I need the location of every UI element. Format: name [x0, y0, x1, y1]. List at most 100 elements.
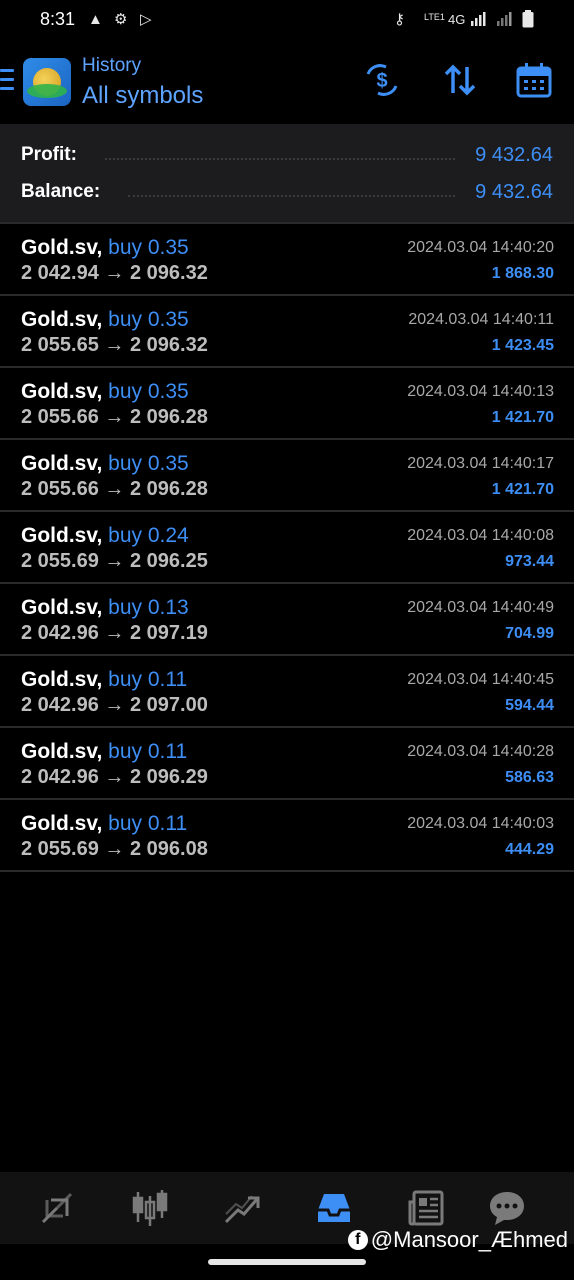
balance-row: Balance: 9 432.64 [21, 177, 553, 207]
battery-icon [522, 10, 534, 34]
history-icon[interactable] [311, 1186, 357, 1230]
open-price: 2 055.66 [21, 406, 99, 428]
close-price: 2 096.25 [129, 550, 208, 572]
deal-symbol: Gold.sv, buy 0.24 [21, 524, 189, 548]
deal-profit: 973.44 [505, 553, 554, 570]
deal-row[interactable]: Gold.sv, buy 0.24 2 055.69 → 2 096.25 2024… [0, 512, 574, 584]
deal-time: 2024.03.04 14:40:49 [407, 599, 554, 616]
deal-row[interactable]: Gold.sv, buy 0.35 2 055.66 → 2 096.28 2024… [0, 440, 574, 512]
open-price: 2 055.66 [21, 478, 99, 500]
network-type: 4G [448, 12, 466, 27]
page-title: History [82, 55, 142, 76]
close-price: 2 096.32 [129, 334, 208, 356]
symbol-name: Gold.sv, [21, 452, 103, 475]
menu-icon[interactable] [0, 69, 14, 91]
symbol-name: Gold.sv, [21, 308, 103, 331]
deal-profit: 1 421.70 [491, 481, 554, 498]
close-price: 2 097.00 [129, 694, 208, 716]
deal-symbol: Gold.sv, buy 0.35 [21, 236, 189, 260]
deal-time: 2024.03.04 14:40:28 [407, 743, 554, 760]
home-indicator[interactable] [208, 1259, 366, 1265]
svg-text:$: $ [376, 70, 387, 92]
deal-profit: 1 421.70 [491, 409, 554, 426]
dotted-leader [128, 195, 456, 197]
deal-time: 2024.03.04 14:40:17 [407, 455, 554, 472]
deal-row[interactable]: Gold.sv, buy 0.35 2 055.65 → 2 096.32 2024… [0, 296, 574, 368]
symbol-name: Gold.sv, [21, 524, 103, 547]
key-icon: ⚷ [394, 11, 405, 28]
open-price: 2 055.69 [21, 838, 99, 860]
deal-row[interactable]: Gold.sv, buy 0.35 2 055.66 → 2 096.28 2024… [0, 368, 574, 440]
deal-symbol: Gold.sv, buy 0.11 [21, 812, 187, 836]
deal-side: buy 0.11 [108, 812, 188, 835]
arrow-right-icon: → [104, 838, 125, 860]
deal-symbol: Gold.sv, buy 0.35 [21, 308, 189, 332]
symbol-name: Gold.sv, [21, 380, 103, 403]
symbol-name: Gold.sv, [21, 740, 103, 763]
profit-row: Profit: 9 432.64 [21, 140, 553, 170]
open-price: 2 042.96 [21, 694, 99, 716]
deal-prices: 2 055.69 → 2 096.08 [21, 838, 208, 861]
deal-row[interactable]: Gold.sv, buy 0.11 2 042.96 → 2 097.00 2024… [0, 656, 574, 728]
quotes-icon[interactable] [34, 1186, 80, 1230]
watermark: f @Mansoor_Æhmed [347, 1227, 568, 1253]
deal-row[interactable]: Gold.sv, buy 0.13 2 042.96 → 2 097.19 2024… [0, 584, 574, 656]
deal-symbol: Gold.sv, buy 0.11 [21, 668, 187, 692]
close-price: 2 097.19 [129, 622, 208, 644]
chart-icon[interactable] [127, 1186, 173, 1230]
deal-row[interactable]: Gold.sv, buy 0.35 2 042.94 → 2 096.32 2024… [0, 224, 574, 296]
deal-time: 2024.03.04 14:40:13 [407, 383, 554, 400]
signal-icon [470, 10, 486, 32]
deal-side: buy 0.35 [108, 380, 189, 403]
deal-prices: 2 042.96 → 2 097.00 [21, 694, 208, 717]
play-store-icon: ▷ [140, 11, 152, 28]
deal-side: buy 0.35 [108, 452, 189, 475]
symbol-name: Gold.sv, [21, 596, 103, 619]
deal-side: buy 0.24 [108, 524, 189, 547]
deal-profit: 586.63 [505, 769, 554, 786]
deal-symbol: Gold.sv, buy 0.11 [21, 740, 187, 764]
deal-side: buy 0.11 [108, 740, 188, 763]
deal-prices: 2 042.94 → 2 096.32 [21, 262, 208, 285]
deal-profit: 594.44 [505, 697, 554, 714]
arrow-right-icon: → [104, 478, 125, 500]
deal-side: buy 0.35 [108, 308, 189, 331]
deal-side: buy 0.35 [108, 236, 189, 259]
symbol-filter[interactable]: All symbols [82, 82, 203, 110]
status-time: 8:31 [40, 9, 76, 29]
messages-icon[interactable] [484, 1186, 530, 1230]
watermark-text: @Mansoor_Æhmed [370, 1227, 568, 1252]
settings-icon: ⚙ [114, 11, 128, 28]
deal-prices: 2 042.96 → 2 096.29 [21, 766, 208, 789]
deal-prices: 2 042.96 → 2 097.19 [21, 622, 208, 645]
trade-icon[interactable] [219, 1186, 265, 1230]
close-price: 2 096.32 [129, 262, 208, 284]
arrow-right-icon: → [104, 262, 125, 284]
deal-row[interactable]: Gold.sv, buy 0.11 2 055.69 → 2 096.08 2024… [0, 800, 574, 872]
deal-side: buy 0.11 [108, 668, 188, 691]
deals-list: Gold.sv, buy 0.35 2 042.94 → 2 096.32 2024… [0, 224, 574, 872]
symbol-name: Gold.sv, [21, 668, 103, 691]
deal-prices: 2 055.66 → 2 096.28 [21, 478, 208, 501]
open-price: 2 055.69 [21, 550, 99, 572]
deal-side: buy 0.13 [108, 596, 189, 619]
deal-time: 2024.03.04 14:40:08 [407, 527, 554, 544]
arrow-right-icon: → [104, 622, 125, 644]
deal-time: 2024.03.04 14:40:03 [407, 815, 554, 832]
facebook-icon: f [347, 1230, 368, 1250]
symbol-name: Gold.sv, [21, 812, 103, 835]
signal-weak-icon [496, 10, 512, 32]
status-bar: 8:31 ▲ ⚙ ▷ ⚷ LTE1 4G [0, 0, 574, 42]
sort-icon[interactable] [440, 60, 480, 100]
calendar-icon[interactable] [514, 60, 554, 100]
deal-row[interactable]: Gold.sv, buy 0.11 2 042.96 → 2 096.29 2024… [0, 728, 574, 800]
currency-exchange-icon[interactable]: $ [362, 60, 402, 100]
deal-symbol: Gold.sv, buy 0.13 [21, 596, 189, 620]
news-icon[interactable] [403, 1186, 449, 1230]
volte-icon: LTE1 [424, 12, 445, 22]
deal-symbol: Gold.sv, buy 0.35 [21, 452, 189, 476]
deal-profit: 704.99 [505, 625, 554, 642]
balance-value: 9 432.64 [475, 180, 553, 203]
balance-label: Balance: [21, 181, 101, 202]
open-price: 2 042.94 [21, 262, 99, 284]
